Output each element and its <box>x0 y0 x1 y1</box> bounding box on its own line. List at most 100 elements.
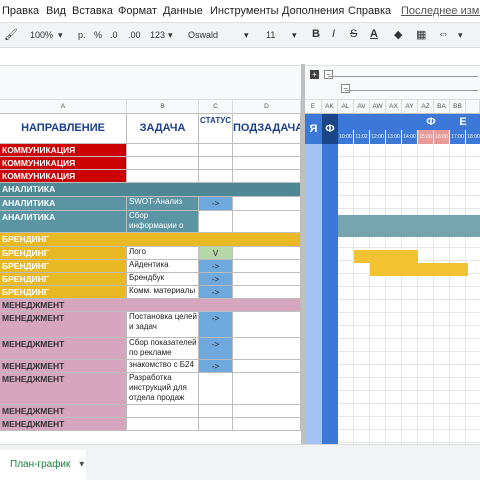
gantt-cell[interactable] <box>418 378 434 391</box>
subtask-cell[interactable] <box>233 247 301 260</box>
status-cell[interactable]: -> <box>199 286 233 299</box>
gantt-cell[interactable] <box>402 300 418 313</box>
gantt-cell[interactable] <box>386 365 402 378</box>
status-cell[interactable]: -> <box>199 197 233 211</box>
collapse-subgroup-icon[interactable]: − <box>341 84 350 93</box>
gantt-cell[interactable] <box>338 144 354 157</box>
gantt-cell[interactable] <box>370 313 386 326</box>
direction-cell[interactable]: МЕНЕДЖМЕНТ <box>0 373 127 405</box>
gantt-cell[interactable] <box>370 300 386 313</box>
direction-cell[interactable]: КОММУНИКАЦИЯ <box>0 144 127 157</box>
bold-button[interactable]: B <box>312 28 320 40</box>
gantt-cell[interactable] <box>354 144 370 157</box>
gantt-cell[interactable] <box>466 248 480 261</box>
number-format-chevron-icon[interactable]: ▾ <box>168 30 173 41</box>
gantt-cell[interactable] <box>450 300 466 313</box>
subtask-cell[interactable] <box>233 144 301 157</box>
gantt-cell[interactable] <box>386 170 402 183</box>
status-cell[interactable]: -> <box>199 273 233 286</box>
status-cell[interactable] <box>199 170 233 183</box>
gantt-cell[interactable] <box>418 144 434 157</box>
gantt-cell[interactable] <box>434 287 450 300</box>
gantt-cell[interactable] <box>338 404 354 417</box>
direction-cell[interactable]: АНАЛИТИКА <box>0 211 127 233</box>
task-cell[interactable]: Постановка целей и задач <box>127 312 199 338</box>
gantt-cell[interactable] <box>466 404 480 417</box>
gantt-cell[interactable] <box>338 326 354 339</box>
direction-cell[interactable]: МЕНЕДЖМЕНТ <box>0 405 127 418</box>
last-edit-link[interactable]: Последнее измен <box>401 5 480 17</box>
task-cell[interactable]: Сбор показателей по рекламе <box>127 338 199 360</box>
subtask-cell[interactable] <box>233 260 301 273</box>
number-format-select[interactable]: 123 <box>150 30 165 40</box>
zoom-select[interactable]: 100% <box>30 30 53 40</box>
gantt-cell[interactable] <box>338 248 354 261</box>
header-status[interactable]: СТАТУС <box>199 114 233 144</box>
menu-addons[interactable]: Дополнения <box>282 5 344 17</box>
gantt-cell[interactable] <box>434 326 450 339</box>
direction-cell[interactable]: МЕНЕДЖМЕНТ <box>0 418 127 431</box>
subtask-cell[interactable] <box>233 405 301 418</box>
subtask-cell[interactable] <box>233 170 301 183</box>
gantt-cell[interactable] <box>418 404 434 417</box>
gantt-cell[interactable] <box>450 157 466 170</box>
gantt-cell[interactable] <box>402 157 418 170</box>
font-select[interactable]: Oswald <box>188 30 218 40</box>
gantt-cell[interactable] <box>450 391 466 404</box>
col-header-ak[interactable]: AK <box>322 100 338 114</box>
task-cell[interactable]: знакомство с Б24 <box>127 360 199 373</box>
gantt-cell[interactable] <box>402 365 418 378</box>
subtask-cell[interactable] <box>233 312 301 338</box>
direction-cell[interactable]: БРЕНДИНГ <box>0 233 301 247</box>
gantt-cell[interactable] <box>450 313 466 326</box>
gantt-cell[interactable] <box>466 391 480 404</box>
subtask-cell[interactable] <box>233 273 301 286</box>
gantt-cell[interactable] <box>434 339 450 352</box>
gantt-cell[interactable] <box>338 352 354 365</box>
gantt-cell[interactable] <box>370 196 386 209</box>
gantt-cell[interactable] <box>466 378 480 391</box>
gantt-cell[interactable] <box>418 326 434 339</box>
gantt-cell[interactable] <box>418 248 434 261</box>
status-cell[interactable]: -> <box>199 360 233 373</box>
gantt-cell[interactable] <box>434 391 450 404</box>
gantt-cell[interactable] <box>450 183 466 196</box>
gantt-cell[interactable] <box>450 326 466 339</box>
subtask-cell[interactable] <box>233 286 301 299</box>
gantt-cell[interactable] <box>434 313 450 326</box>
gantt-cell[interactable] <box>338 261 354 274</box>
gantt-cell[interactable] <box>466 287 480 300</box>
gantt-cell[interactable] <box>434 430 450 443</box>
gantt-cell[interactable] <box>354 300 370 313</box>
decrease-decimal-button[interactable]: .0 <box>110 30 118 40</box>
paint-format-icon[interactable]: 🖌 <box>4 28 18 41</box>
gantt-cell[interactable] <box>418 339 434 352</box>
gantt-cell[interactable] <box>466 430 480 443</box>
task-cell[interactable] <box>127 418 199 431</box>
gantt-cell[interactable] <box>402 183 418 196</box>
status-cell[interactable] <box>199 418 233 431</box>
gantt-cell[interactable] <box>354 196 370 209</box>
gantt-cell[interactable] <box>386 391 402 404</box>
gantt-cell[interactable] <box>450 417 466 430</box>
formula-bar[interactable] <box>0 48 480 66</box>
gantt-cell[interactable] <box>466 352 480 365</box>
gantt-cell[interactable] <box>450 378 466 391</box>
borders-icon[interactable]: ▦ <box>416 28 426 41</box>
zoom-chevron-icon[interactable]: ▾ <box>58 30 63 41</box>
gantt-cell[interactable] <box>450 196 466 209</box>
direction-cell[interactable]: БРЕНДИНГ <box>0 247 127 260</box>
gantt-cell[interactable] <box>370 417 386 430</box>
gantt-cell[interactable] <box>338 339 354 352</box>
gantt-cell[interactable] <box>386 430 402 443</box>
gantt-cell[interactable] <box>402 430 418 443</box>
gantt-cell[interactable] <box>370 339 386 352</box>
gantt-cell[interactable] <box>434 196 450 209</box>
gantt-cell[interactable] <box>402 339 418 352</box>
gantt-cell[interactable] <box>354 287 370 300</box>
gantt-cell[interactable] <box>386 313 402 326</box>
status-cell[interactable] <box>199 211 233 233</box>
gantt-cell[interactable] <box>370 391 386 404</box>
gantt-cell[interactable] <box>466 274 480 287</box>
status-cell[interactable]: V <box>199 247 233 260</box>
